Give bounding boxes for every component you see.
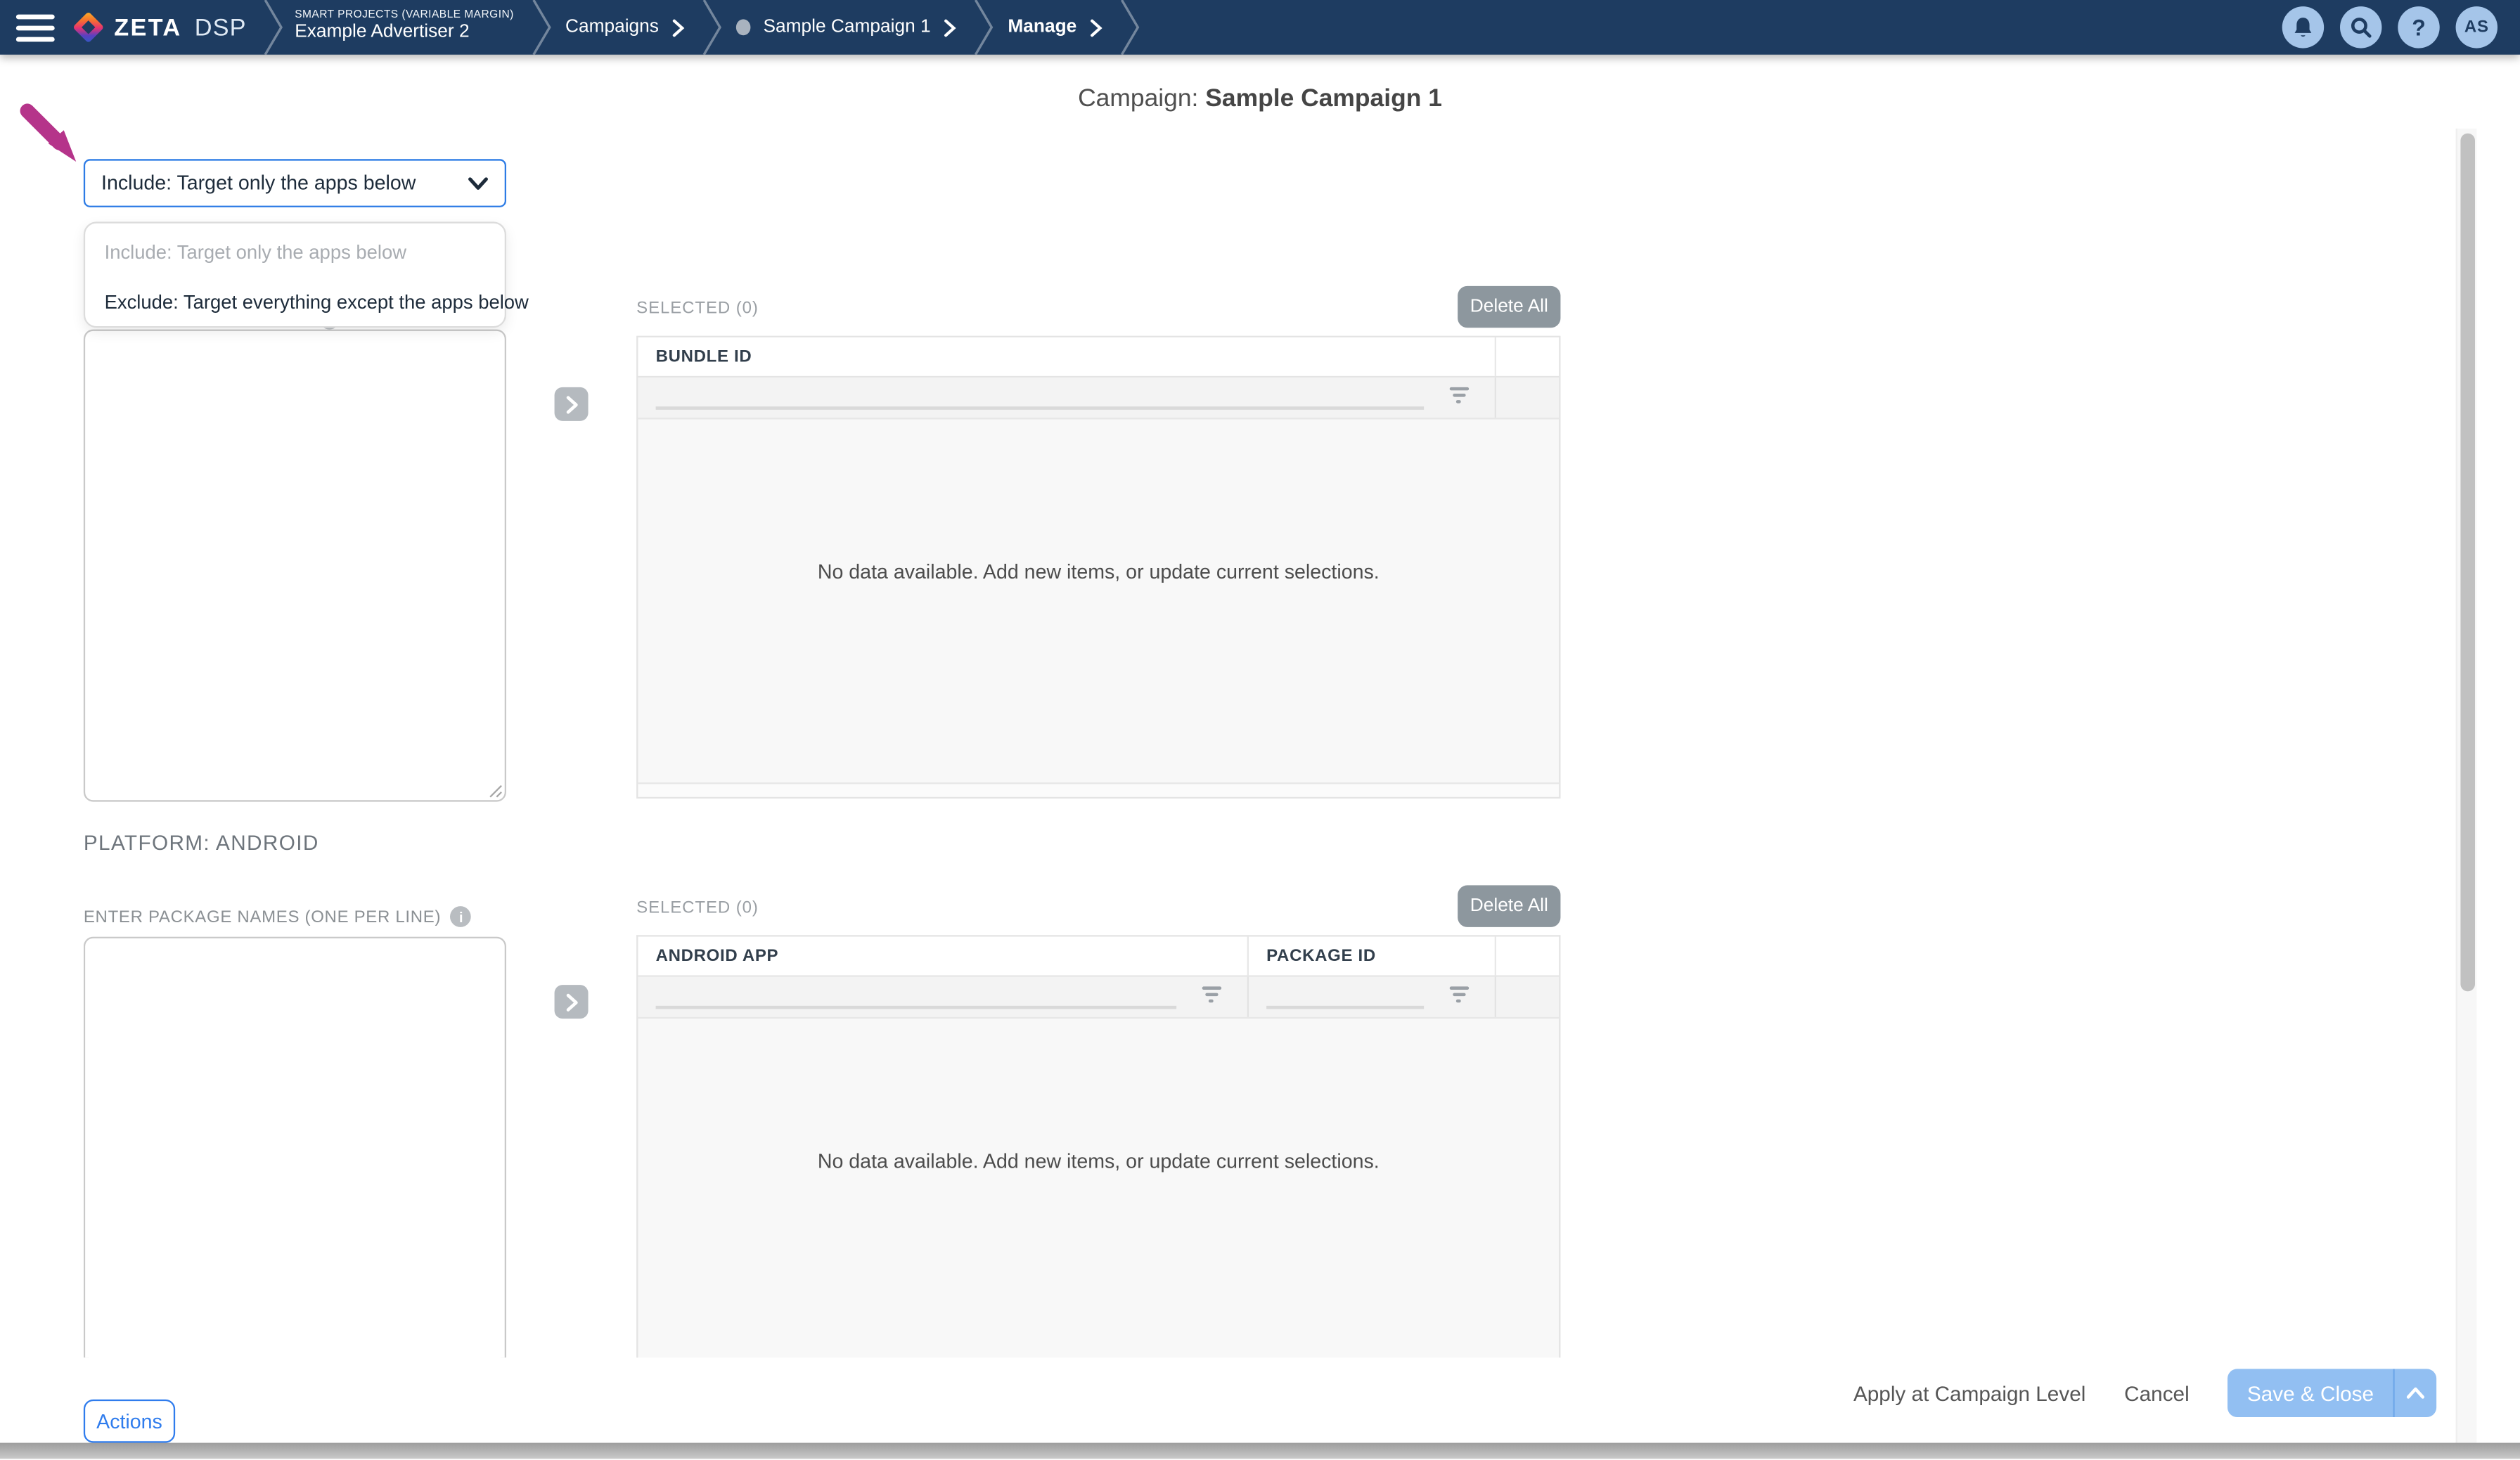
chevron-right-icon: [944, 18, 956, 36]
campaign-status-dot-icon: [736, 19, 751, 35]
advertiser-name: Example Advertiser 2: [295, 23, 514, 44]
brand-dsp-text: DSP: [195, 13, 247, 41]
bundle-grid-filter-row: [638, 377, 1559, 419]
breadcrumb-campaign[interactable]: Sample Campaign 1: [736, 18, 957, 37]
add-bundle-ids-button[interactable]: [555, 387, 589, 421]
bundle-filter-cell: [638, 377, 1496, 418]
notifications-button[interactable]: [2282, 6, 2324, 48]
navbar-actions: ? AS: [2282, 6, 2520, 48]
bundle-selected-count: SELECTED (0): [636, 299, 759, 318]
page-title: Campaign: Sample Campaign 1: [0, 85, 2520, 114]
android-grid-header: ANDROID APP PACKAGE ID: [638, 937, 1559, 977]
breadcrumb-separator-icon: [1119, 0, 1141, 55]
targeting-mode-value: Include: Target only the apps below: [101, 172, 468, 195]
footer-right-actions: Apply at Campaign Level Cancel Save & Cl…: [1853, 1369, 2436, 1417]
search-button[interactable]: [2340, 6, 2381, 48]
info-icon[interactable]: i: [451, 906, 472, 927]
package-names-textarea[interactable]: [84, 937, 506, 1358]
avatar-initials: AS: [2464, 18, 2489, 37]
breadcrumb-separator-icon: [530, 0, 553, 55]
filter-icon[interactable]: [1448, 387, 1469, 408]
android-grid-body: No data available. Add new items, or upd…: [638, 1019, 1559, 1357]
breadcrumb-manage-label: Manage: [1008, 18, 1076, 37]
help-button[interactable]: ?: [2398, 6, 2439, 48]
bundle-grid-header: BUNDLE ID: [638, 337, 1559, 377]
chevron-up-icon: [2406, 1387, 2425, 1400]
transfer-right-icon: [565, 992, 577, 1011]
help-icon: ?: [2412, 15, 2426, 41]
android-empty-message: No data available. Add new items, or upd…: [638, 1150, 1559, 1172]
filter-icon[interactable]: [1448, 986, 1469, 1007]
breadcrumb-campaigns-label: Campaigns: [565, 18, 659, 37]
search-icon: [2350, 16, 2372, 39]
android-grid: ANDROID APP PACKAGE ID No data available…: [636, 935, 1560, 1357]
vertical-scrollbar-thumb[interactable]: [2460, 134, 2475, 992]
breadcrumb-manage[interactable]: Manage: [1008, 18, 1102, 37]
save-close-button[interactable]: Save & Close: [2228, 1369, 2393, 1417]
package-id-filter-cell: [1249, 977, 1496, 1017]
breadcrumb-advertiser[interactable]: SMART PROJECTS (VARIABLE MARGIN) Example…: [295, 11, 514, 44]
bundle-grid: BUNDLE ID No data available. Add new ite…: [636, 336, 1560, 799]
targeting-mode-dropdown: Include: Target only the apps below Excl…: [84, 221, 506, 328]
app-root: ZETA DSP SMART PROJECTS (VARIABLE MARGIN…: [0, 0, 2520, 1459]
cancel-button[interactable]: Cancel: [2124, 1381, 2190, 1405]
add-package-names-button[interactable]: [555, 985, 589, 1019]
bundle-empty-message: No data available. Add new items, or upd…: [638, 561, 1559, 583]
android-grid-filter-row: [638, 977, 1559, 1019]
save-close-split-button: Save & Close: [2228, 1369, 2437, 1417]
chevron-right-icon: [671, 18, 684, 36]
breadcrumb-campaign-label: Sample Campaign 1: [764, 18, 931, 37]
column-header-bundle-id[interactable]: BUNDLE ID: [638, 337, 1496, 376]
dropdown-option-exclude[interactable]: Exclude: Target everything except the ap…: [105, 291, 492, 314]
horizontal-scrollbar[interactable]: [0, 1443, 2520, 1459]
breadcrumb-separator-icon: [700, 0, 723, 55]
breadcrumb-separator-icon: [263, 0, 285, 55]
bell-icon: [2291, 15, 2314, 39]
breadcrumb-campaigns[interactable]: Campaigns: [565, 18, 685, 37]
android-app-filter-cell: [638, 977, 1249, 1017]
filter-icon[interactable]: [1200, 986, 1221, 1007]
bundle-ids-textarea[interactable]: [84, 330, 506, 802]
android-selected-count: SELECTED (0): [636, 898, 759, 917]
filter-cell-spacer: [1496, 377, 1559, 418]
brand-logo[interactable]: ZETA DSP: [72, 12, 247, 42]
platform-label: PLATFORM: ANDROID: [84, 831, 319, 855]
filter-cell-spacer: [1496, 977, 1559, 1017]
android-delete-all-button[interactable]: Delete All: [1458, 885, 1560, 926]
bundle-grid-footer: [638, 782, 1559, 797]
bundle-delete-all-button[interactable]: Delete All: [1458, 286, 1560, 328]
column-header-spacer: [1496, 937, 1559, 976]
project-label: SMART PROJECTS (VARIABLE MARGIN): [295, 11, 514, 23]
package-label-row: ENTER PACKAGE NAMES (ONE PER LINE) i: [84, 906, 472, 927]
chevron-right-icon: [1090, 18, 1102, 36]
page-title-campaign-name: Sample Campaign 1: [1205, 85, 1442, 112]
column-header-spacer: [1496, 337, 1559, 376]
annotation-arrow-icon: [19, 103, 86, 170]
targeting-mode-select[interactable]: Include: Target only the apps below: [84, 159, 506, 207]
chevron-down-icon: [468, 176, 489, 190]
bundle-filter-input[interactable]: [656, 406, 1425, 410]
column-header-android-app[interactable]: ANDROID APP: [638, 937, 1249, 976]
menu-icon[interactable]: [16, 13, 55, 41]
column-header-package-id[interactable]: PACKAGE ID: [1249, 937, 1496, 976]
vertical-scrollbar-track[interactable]: [2456, 129, 2477, 1443]
footer-action-bar: Actions Apply at Campaign Level Cancel S…: [0, 1357, 2520, 1442]
avatar[interactable]: AS: [2456, 6, 2498, 48]
dropdown-option-include[interactable]: Include: Target only the apps below: [105, 241, 492, 264]
package-names-label: ENTER PACKAGE NAMES (ONE PER LINE): [84, 907, 441, 926]
android-app-filter-input[interactable]: [656, 1006, 1177, 1009]
package-id-filter-input[interactable]: [1266, 1006, 1424, 1009]
save-options-toggle[interactable]: [2393, 1369, 2436, 1417]
apply-at-campaign-level-button[interactable]: Apply at Campaign Level: [1853, 1381, 2085, 1405]
top-navbar: ZETA DSP SMART PROJECTS (VARIABLE MARGIN…: [0, 0, 2520, 55]
brand-zeta-text: ZETA: [114, 13, 181, 41]
transfer-right-icon: [565, 394, 577, 413]
bundle-grid-body: No data available. Add new items, or upd…: [638, 420, 1559, 783]
breadcrumb-separator-icon: [972, 0, 995, 55]
actions-button[interactable]: Actions: [84, 1400, 175, 1443]
zeta-logo-icon: [72, 12, 103, 42]
